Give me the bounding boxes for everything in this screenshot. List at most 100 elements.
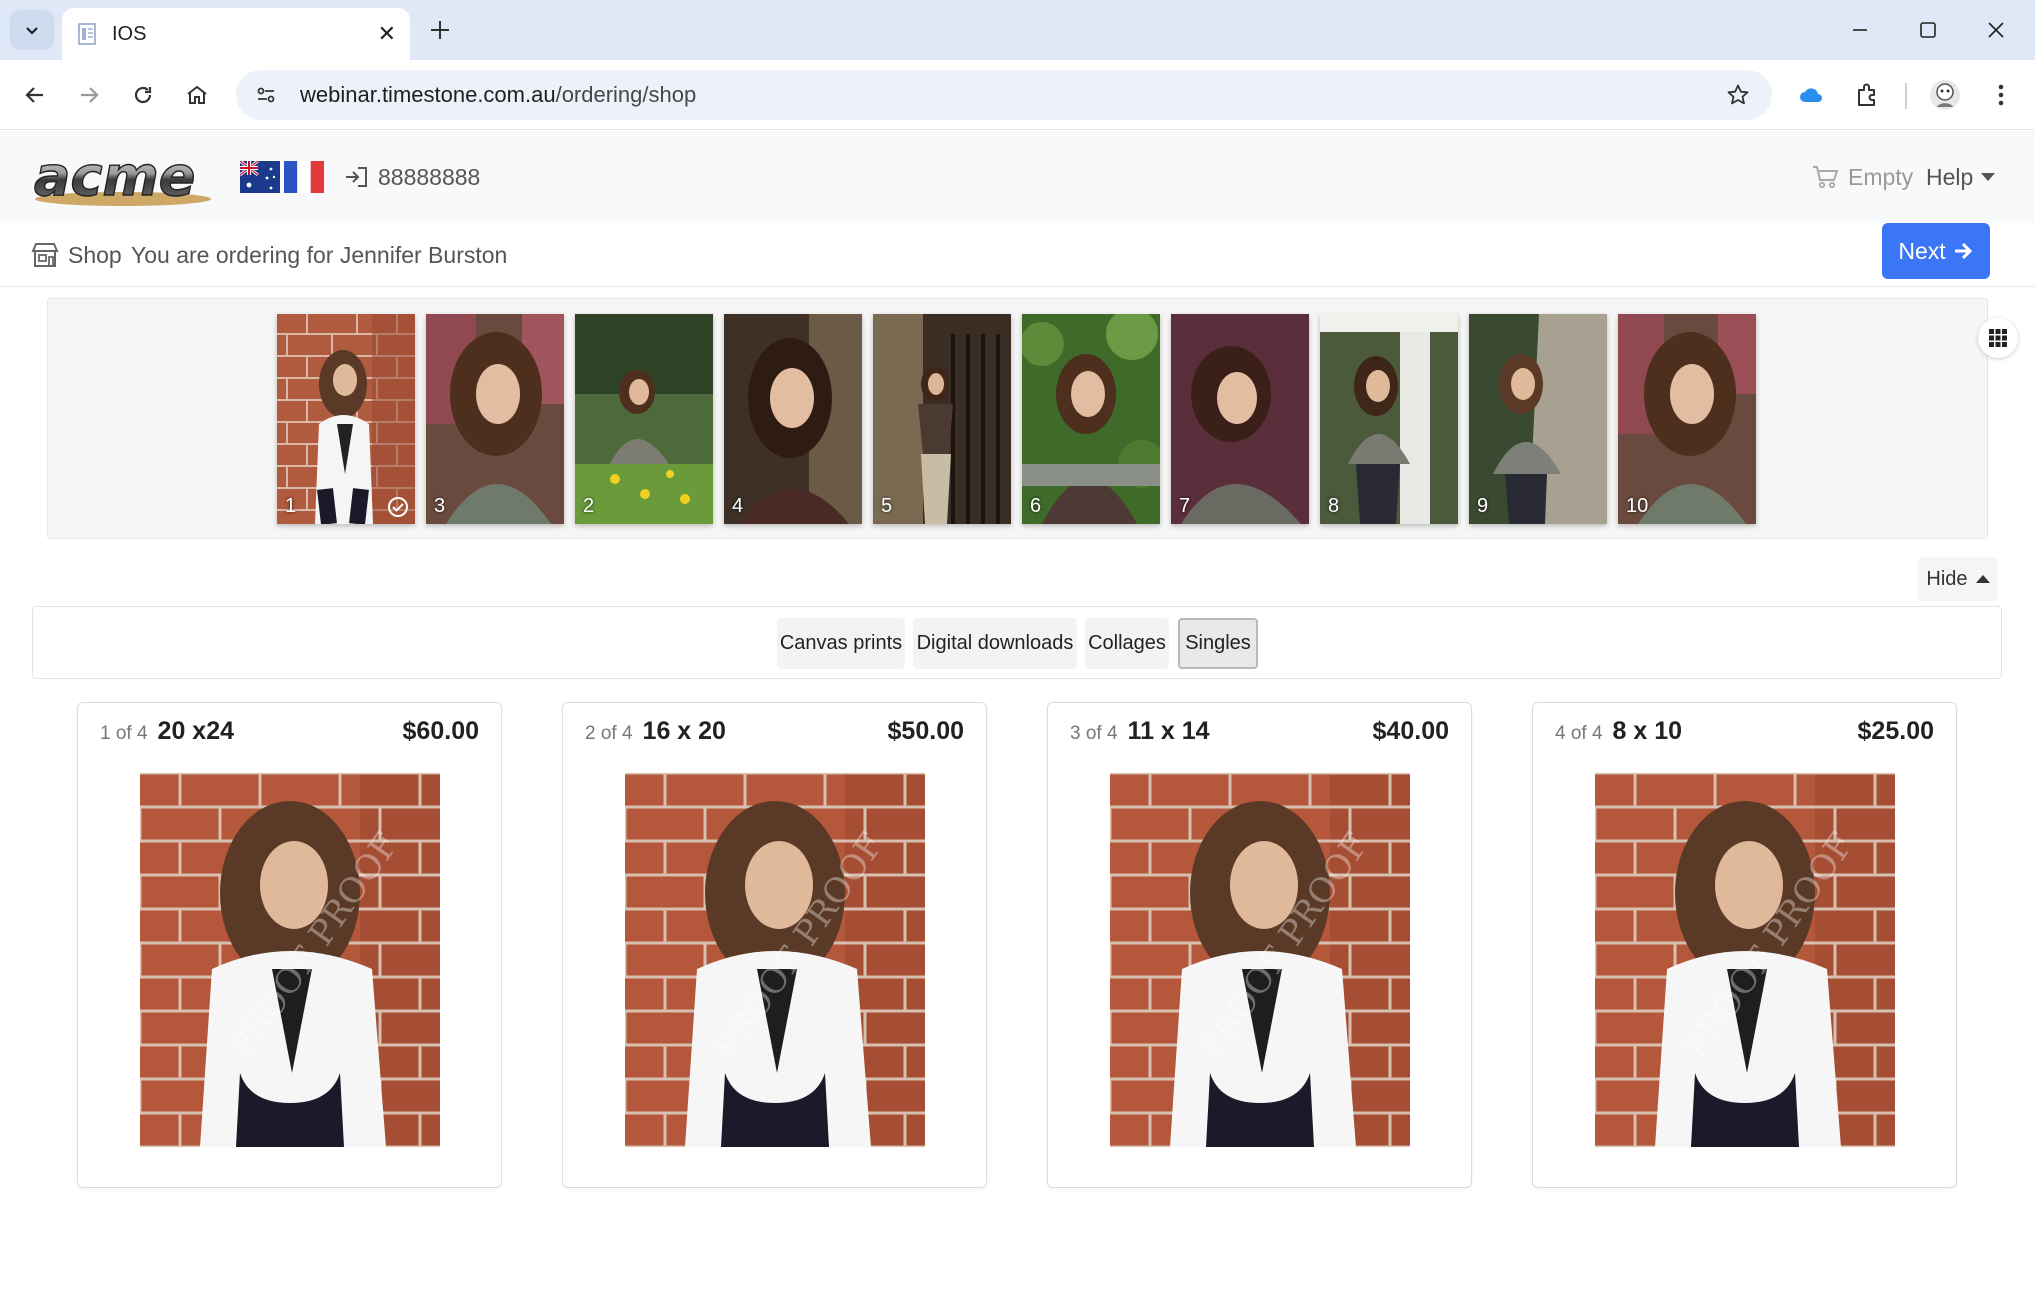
product-size: 11 x 14	[1127, 717, 1210, 745]
phone-number: 88888888	[378, 163, 481, 190]
photo-gate	[873, 314, 1011, 524]
photo-stone-wall	[1469, 314, 1607, 524]
minimize-button[interactable]	[1826, 0, 1894, 60]
thumbnail[interactable]: 10	[1618, 314, 1756, 524]
caret-up-icon	[1975, 575, 1990, 583]
puzzle-icon	[1858, 83, 1875, 106]
photo-garden	[575, 314, 713, 524]
product-index: 2 of 4	[585, 723, 633, 744]
thumbnail-number: 8	[1328, 495, 1340, 517]
address-bar[interactable]: webinar.timestone.com.au/ordering/shop	[236, 70, 1772, 120]
product-price: $40.00	[1372, 717, 1449, 745]
thumbnail-number: 9	[1477, 495, 1489, 517]
more-vertical-icon	[1998, 84, 2004, 106]
thumbnail[interactable]: 3	[426, 314, 564, 524]
arrow-right-icon	[1954, 242, 1972, 260]
next-button[interactable]: Next	[1882, 223, 1990, 279]
url-path: /ordering/shop	[555, 82, 697, 107]
tab-digital-downloads[interactable]: Digital downloads	[913, 618, 1077, 669]
thumbnail[interactable]: 9	[1469, 314, 1607, 524]
toolbar-separator	[1905, 83, 1907, 109]
cart-button[interactable]: Empty	[1812, 161, 1913, 193]
new-tab-button[interactable]	[420, 10, 460, 50]
photo-portrait	[1618, 314, 1756, 524]
next-label: Next	[1898, 237, 1946, 264]
tab-singles[interactable]: Singles	[1178, 618, 1258, 669]
thumbnail[interactable]: 5	[873, 314, 1011, 524]
profile-button[interactable]	[1924, 74, 1966, 116]
help-label: Help	[1926, 163, 1974, 190]
thumbnail[interactable]: 1	[277, 314, 415, 524]
site-info-icon[interactable]	[248, 77, 284, 113]
photo-portrait	[426, 314, 564, 524]
maximize-button[interactable]	[1894, 0, 1962, 60]
grid-icon	[1989, 329, 2007, 347]
product-price: $25.00	[1857, 717, 1934, 745]
caret-down-icon	[1981, 173, 1996, 181]
thumbnail-number: 3	[434, 495, 446, 517]
close-tab-icon[interactable]: ✕	[378, 23, 396, 45]
tab-search-button[interactable]	[10, 10, 54, 50]
thumbnail[interactable]: 6	[1022, 314, 1160, 524]
product-card[interactable]: 1 of 4 20 x24 $60.00 PROOF PROOF	[77, 702, 502, 1188]
cloud-extension-button[interactable]	[1790, 74, 1832, 116]
sign-in-icon	[346, 167, 367, 187]
help-dropdown[interactable]: Help	[1926, 161, 1996, 193]
tab-title: IOS	[112, 22, 147, 45]
product-index: 1 of 4	[100, 723, 148, 744]
thumbnail-number: 5	[881, 495, 893, 517]
product-card-header: 3 of 4 11 x 14 $40.00	[1070, 717, 1449, 753]
browser-tab[interactable]: IOS ✕	[62, 8, 410, 60]
product-card[interactable]: 3 of 4 11 x 14 $40.00 PROOF PROOF	[1047, 702, 1472, 1188]
product-photo[interactable]: PROOF PROOF	[1595, 773, 1895, 1147]
browser-tab-bar: IOS ✕	[0, 0, 2035, 60]
thumbnail[interactable]: 8	[1320, 314, 1458, 524]
breadcrumb-shop[interactable]: Shop	[30, 237, 122, 273]
tab-collages[interactable]: Collages	[1085, 618, 1169, 669]
store-icon	[31, 243, 59, 267]
product-size: 8 x 10	[1612, 717, 1683, 745]
product-card[interactable]: 4 of 4 8 x 10 $25.00 PROOF PROOF	[1532, 702, 1957, 1188]
category-tabs: Canvas prints Digital downloads Collages…	[32, 606, 2002, 679]
photo-brick-wall	[277, 314, 415, 524]
site-header: acme 88888888 Empty Help	[0, 131, 2035, 223]
bookmark-star-icon[interactable]	[1716, 73, 1760, 117]
thumbnail[interactable]: 7	[1171, 314, 1309, 524]
photo-porch	[1320, 314, 1458, 524]
product-size: 20 x24	[157, 717, 235, 745]
forward-button[interactable]	[68, 74, 110, 116]
extensions-button[interactable]	[1846, 74, 1888, 116]
cloud-icon	[1800, 88, 1822, 102]
maximize-icon	[1920, 22, 1936, 38]
thumbnail[interactable]: 2	[575, 314, 713, 524]
tab-canvas-prints[interactable]: Canvas prints	[777, 618, 905, 669]
product-photo[interactable]: PROOF PROOF	[140, 773, 440, 1147]
breadcrumb-bar: Shop You are ordering for Jennifer Burst…	[0, 223, 2035, 287]
product-photo[interactable]: PROOF PROOF	[625, 773, 925, 1147]
photo-brick-wall: PROOF PROOF	[140, 773, 440, 1147]
product-index: 4 of 4	[1555, 723, 1603, 744]
product-photo[interactable]: PROOF PROOF	[1110, 773, 1410, 1147]
thumbnail-number: 6	[1030, 495, 1042, 517]
avatar-icon	[1930, 80, 1960, 110]
arrow-left-icon	[25, 87, 43, 103]
france-flag-icon[interactable]	[284, 161, 324, 193]
close-icon	[1988, 22, 2004, 38]
back-button[interactable]	[14, 74, 56, 116]
product-card[interactable]: 2 of 4 16 x 20 $50.00 PROOF PROOF	[562, 702, 987, 1188]
cart-icon	[1813, 166, 1839, 189]
thumbnail-number: 2	[583, 495, 595, 517]
grid-view-button[interactable]	[1978, 318, 2018, 358]
close-window-button[interactable]	[1962, 0, 2030, 60]
browser-menu-button[interactable]	[1980, 74, 2022, 116]
reload-button[interactable]	[122, 74, 164, 116]
hide-filmstrip-button[interactable]: Hide	[1918, 557, 1998, 601]
home-button[interactable]	[176, 74, 218, 116]
acme-logo[interactable]: acme	[30, 149, 216, 211]
cart-status: Empty	[1848, 163, 1914, 190]
minimize-icon	[1853, 29, 1867, 31]
australia-flag-icon[interactable]	[240, 161, 280, 193]
document-icon	[78, 23, 96, 45]
thumbnail[interactable]: 4	[724, 314, 862, 524]
phone-login[interactable]: 88888888	[344, 161, 480, 193]
